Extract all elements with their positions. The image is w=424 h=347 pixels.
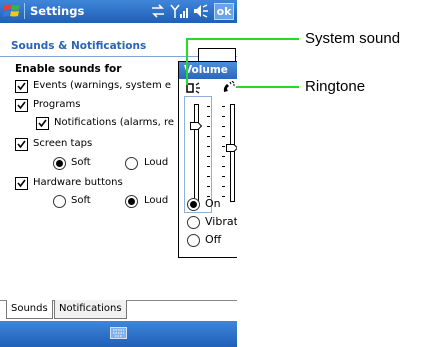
- enable-sounds-label: Enable sounds for: [15, 63, 122, 75]
- hardware-loud-label[interactable]: Loud: [144, 195, 168, 206]
- hardware-buttons-checkbox[interactable]: [15, 177, 28, 190]
- volume-off-label[interactable]: Off: [205, 233, 221, 246]
- radio-selected-dot: [128, 198, 135, 205]
- slider-tick: [222, 136, 225, 137]
- events-checkbox[interactable]: [15, 80, 28, 93]
- title-bar: Settings ok: [0, 0, 237, 23]
- programs-label[interactable]: Programs: [33, 99, 80, 110]
- ringtone-phone-icon: [223, 81, 235, 92]
- ringtone-volume-slider[interactable]: [230, 104, 235, 202]
- section-title: Sounds & Notifications: [11, 40, 147, 52]
- slider-tick: [207, 186, 210, 187]
- bottom-menu-bar: [0, 321, 237, 347]
- checkmark-icon: [17, 101, 26, 110]
- volume-on-label[interactable]: On: [205, 197, 221, 210]
- slider-tick: [222, 146, 225, 147]
- slider-tick: [207, 156, 210, 157]
- ok-button[interactable]: ok: [214, 3, 234, 20]
- radio-selected-dot: [190, 201, 197, 208]
- screen-taps-loud-radio[interactable]: [125, 157, 138, 170]
- radio-selected-dot: [56, 160, 63, 167]
- ringtone-volume-thumb[interactable]: [226, 143, 237, 152]
- volume-on-radio[interactable]: [187, 198, 200, 211]
- windows-start-icon[interactable]: [3, 2, 21, 20]
- ringtone-callout: Ringtone: [305, 78, 366, 95]
- slider-tick: [222, 116, 225, 117]
- slider-tick: [207, 166, 210, 167]
- screen-taps-soft-radio[interactable]: [53, 157, 66, 170]
- programs-checkbox[interactable]: [15, 99, 28, 112]
- speaker-icon[interactable]: [192, 3, 210, 19]
- title-separator: [24, 3, 25, 19]
- signal-icon[interactable]: [170, 3, 188, 19]
- slider-tick: [222, 106, 225, 107]
- tab-notifications[interactable]: Notifications: [54, 300, 127, 319]
- checkmark-icon: [17, 179, 26, 188]
- hardware-soft-label[interactable]: Soft: [71, 195, 91, 206]
- checkmark-icon: [17, 82, 26, 91]
- pocket-pc-screen: Settings ok Sounds & Notifications Enabl…: [0, 0, 237, 347]
- screen-taps-checkbox[interactable]: [15, 138, 28, 151]
- slider-tick: [207, 136, 210, 137]
- slider-tick: [222, 196, 225, 197]
- notifications-label[interactable]: Notifications (alarms, re: [54, 117, 174, 128]
- app-title: Settings: [30, 4, 85, 18]
- system-volume-thumb[interactable]: [190, 122, 202, 130]
- screen-taps-loud-label[interactable]: Loud: [144, 157, 168, 168]
- system-volume-speaker-icon: [186, 82, 200, 94]
- slider-tick: [207, 106, 210, 107]
- slider-tick: [207, 146, 210, 147]
- slider-tick: [207, 176, 210, 177]
- slider-tick: [222, 176, 225, 177]
- events-label[interactable]: Events (warnings, system e: [33, 80, 171, 91]
- tab-sounds[interactable]: Sounds: [6, 300, 53, 319]
- notifications-checkbox[interactable]: [36, 117, 49, 130]
- system-volume-slider[interactable]: [194, 104, 199, 204]
- volume-vibrate-radio[interactable]: [187, 216, 200, 229]
- checkmark-icon: [17, 140, 26, 149]
- connectivity-icon[interactable]: [150, 3, 166, 19]
- checkmark-icon: [38, 119, 47, 128]
- system-sound-callout-line: [186, 38, 299, 40]
- slider-tick: [207, 116, 210, 117]
- ringtone-callout-line: [236, 86, 299, 88]
- keyboard-icon[interactable]: [110, 327, 127, 339]
- hardware-buttons-label[interactable]: Hardware buttons: [33, 177, 123, 188]
- slider-tick: [222, 166, 225, 167]
- system-sound-callout-vline: [186, 38, 188, 85]
- screen-taps-label[interactable]: Screen taps: [33, 138, 92, 149]
- screen-taps-soft-label[interactable]: Soft: [71, 157, 91, 168]
- volume-vibrate-label[interactable]: Vibrate: [205, 215, 237, 228]
- slider-tick: [222, 186, 225, 187]
- hardware-soft-radio[interactable]: [53, 195, 66, 208]
- volume-off-radio[interactable]: [187, 234, 200, 247]
- slider-tick: [222, 156, 225, 157]
- slider-tick: [222, 126, 225, 127]
- hardware-loud-radio[interactable]: [125, 195, 138, 208]
- system-sound-callout: System sound: [305, 30, 401, 47]
- slider-tick: [207, 126, 210, 127]
